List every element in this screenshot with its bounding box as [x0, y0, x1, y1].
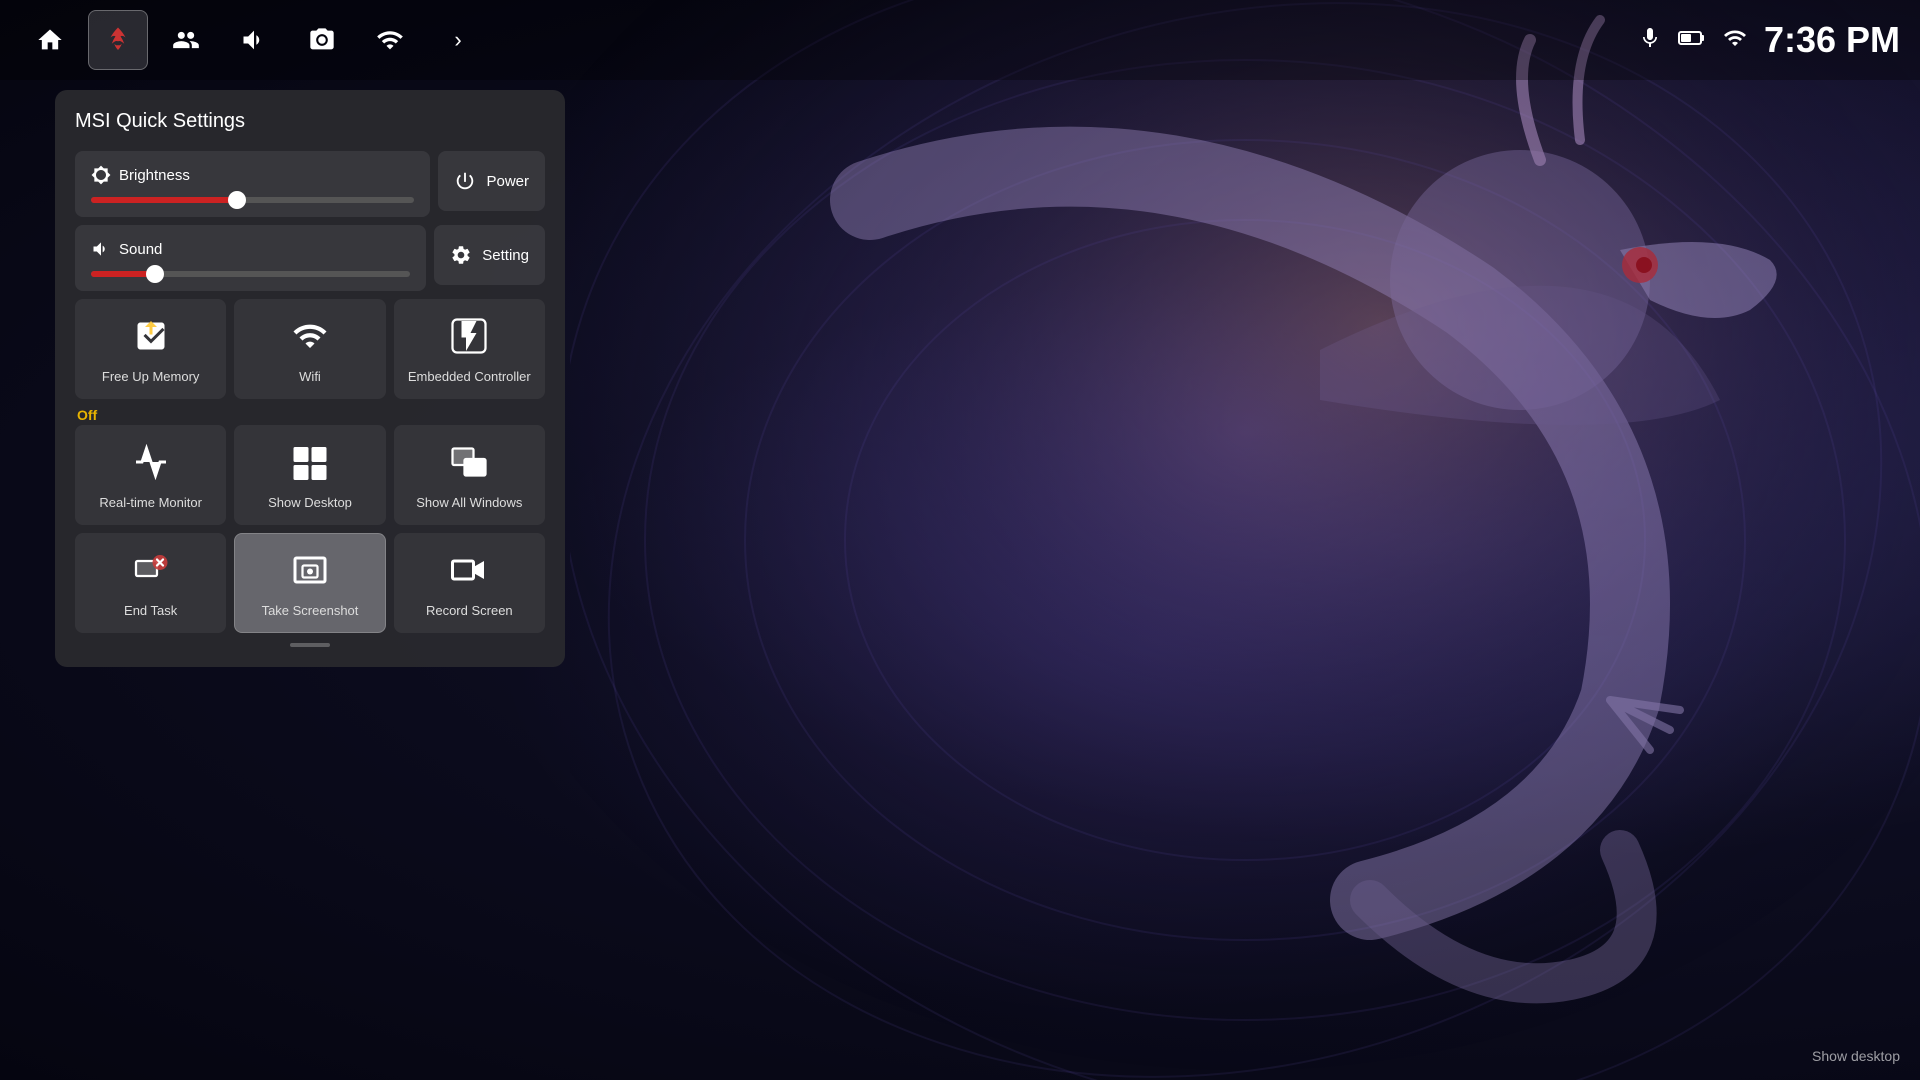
show-all-windows-icon: [451, 444, 487, 487]
embedded-controller-label: Embedded Controller: [408, 369, 531, 384]
brightness-row: Brightness Power: [75, 151, 545, 217]
embedded-controller-icon: [451, 318, 487, 361]
taskbar-user-icon[interactable]: [156, 10, 216, 70]
grid-row-2: Real-time Monitor Show Desktop: [75, 425, 545, 525]
taskbar: › 7:36 PM: [0, 0, 1920, 80]
take-screenshot-label: Take Screenshot: [262, 603, 359, 618]
embedded-controller-button[interactable]: Embedded Controller: [394, 299, 545, 399]
taskbar-monitor-icon[interactable]: [360, 10, 420, 70]
microphone-icon: [1638, 26, 1662, 55]
grid-row-2-container: Off Real-time Monitor: [75, 407, 545, 525]
brightness-text: Brightness: [119, 167, 190, 184]
show-desktop-label: Show Desktop: [268, 495, 352, 510]
sound-text: Sound: [119, 241, 162, 258]
record-screen-label: Record Screen: [426, 603, 513, 618]
take-screenshot-icon: [292, 552, 328, 595]
brightness-label: Brightness: [91, 165, 414, 185]
setting-label: Setting: [482, 247, 529, 264]
clock: 7:36 PM: [1764, 19, 1900, 61]
panel-dot: [290, 643, 330, 647]
brightness-control: Brightness: [75, 151, 430, 217]
taskbar-left: ›: [20, 10, 488, 70]
free-up-memory-button[interactable]: Free Up Memory: [75, 299, 226, 399]
setting-button[interactable]: Setting: [434, 225, 545, 285]
record-screen-icon: [451, 552, 487, 595]
sound-icon: [91, 239, 111, 259]
brightness-slider-thumb[interactable]: [228, 191, 246, 209]
sound-slider-track[interactable]: [91, 271, 410, 277]
free-up-memory-label: Free Up Memory: [102, 369, 200, 384]
wifi-button-icon: [292, 318, 328, 361]
dragon-illustration: [570, 0, 1920, 1080]
sound-control: Sound: [75, 225, 426, 291]
grid-row-1: Free Up Memory Wifi Embedded Controller: [75, 299, 545, 399]
free-up-memory-icon: [133, 318, 169, 361]
off-label: Off: [75, 407, 545, 425]
sound-label-row: Sound: [91, 239, 410, 259]
power-label: Power: [486, 173, 529, 190]
end-task-label: End Task: [124, 603, 177, 618]
take-screenshot-button[interactable]: Take Screenshot: [234, 533, 385, 633]
sound-slider-thumb[interactable]: [146, 265, 164, 283]
taskbar-camera-icon[interactable]: [292, 10, 352, 70]
panel-title: MSI Quick Settings: [75, 110, 545, 133]
record-screen-button[interactable]: Record Screen: [394, 533, 545, 633]
grid-row-3: End Task Take Screenshot Record Screen: [75, 533, 545, 633]
panel-indicator: [75, 643, 545, 647]
battery-icon: [1678, 26, 1706, 55]
wifi-button[interactable]: Wifi: [234, 299, 385, 399]
brightness-slider-fill: [91, 197, 237, 203]
setting-icon: [450, 244, 472, 266]
end-task-button[interactable]: End Task: [75, 533, 226, 633]
show-all-windows-button[interactable]: Show All Windows: [394, 425, 545, 525]
show-desktop-icon: [292, 444, 328, 487]
end-task-icon: [133, 552, 169, 595]
show-desktop-button[interactable]: Show Desktop: [234, 425, 385, 525]
sound-row: Sound Setting: [75, 225, 545, 291]
realtime-monitor-button[interactable]: Real-time Monitor: [75, 425, 226, 525]
power-button[interactable]: Power: [438, 151, 545, 211]
taskbar-home-icon[interactable]: [20, 10, 80, 70]
realtime-monitor-label: Real-time Monitor: [99, 495, 202, 510]
wifi-label: Wifi: [299, 369, 321, 384]
taskbar-msi-icon[interactable]: [88, 10, 148, 70]
brightness-icon: [91, 165, 111, 185]
show-all-windows-label: Show All Windows: [416, 495, 522, 510]
wifi-icon: [1722, 26, 1748, 55]
brightness-slider-track[interactable]: [91, 197, 414, 203]
show-desktop-corner[interactable]: Show desktop: [1812, 1048, 1900, 1064]
realtime-monitor-icon: [133, 444, 169, 487]
taskbar-sound-icon[interactable]: [224, 10, 284, 70]
taskbar-right: 7:36 PM: [1638, 19, 1900, 61]
msi-quick-settings-panel: MSI Quick Settings Brightness Power: [55, 90, 565, 667]
taskbar-more-icon[interactable]: ›: [428, 10, 488, 70]
power-icon: [454, 170, 476, 192]
